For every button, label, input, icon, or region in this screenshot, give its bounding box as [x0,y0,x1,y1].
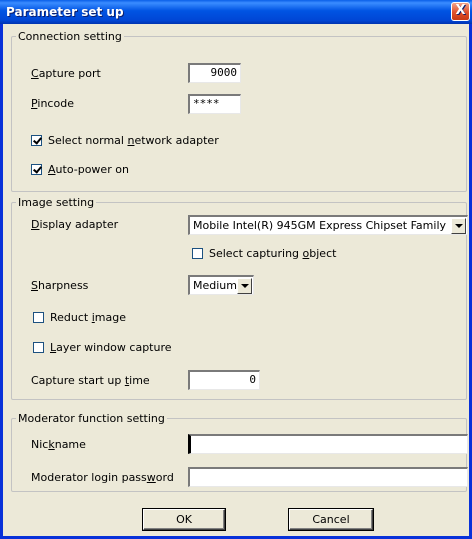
connection-setting-legend: Connection setting [18,30,122,43]
auto-power-row[interactable]: Auto-power on [31,163,129,176]
moderator-setting-legend: Moderator function setting [18,412,165,425]
normal-network-adapter-checkbox[interactable] [31,135,42,146]
sharpness-label: Sharpness [31,279,89,292]
capture-startup-time-input[interactable]: 0 [188,370,260,390]
parameter-setup-dialog: Parameter set up X Connection setting Ca… [0,0,472,539]
auto-power-checkbox[interactable] [31,164,42,175]
chevron-down-icon[interactable] [237,277,252,294]
capture-port-input[interactable]: 9000 [188,63,241,83]
layer-window-capture-label: Layer window capture [50,341,172,354]
sharpness-select[interactable]: Medium [188,275,254,295]
display-adapter-value: Mobile Intel(R) 945GM Express Chipset Fa… [193,219,447,232]
display-adapter-label: Display adapter [31,218,119,231]
capturing-object-checkbox[interactable] [192,248,203,259]
normal-network-adapter-label: Select normal network adapter [48,134,219,147]
moderator-password-input[interactable] [188,467,468,487]
layer-window-capture-row[interactable]: Layer window capture [33,341,172,354]
sharpness-value: Medium [193,279,237,292]
reduct-image-label: Reduct image [50,311,127,324]
close-button[interactable]: X [451,2,470,21]
window-title: Parameter set up [6,5,124,19]
close-icon: X [455,3,466,18]
layer-window-capture-checkbox[interactable] [33,342,44,353]
capture-startup-time-label: Capture start up time [31,374,150,387]
capturing-object-label: Select capturing object [209,247,337,260]
reduct-image-checkbox[interactable] [33,312,44,323]
normal-network-adapter-row[interactable]: Select normal network adapter [31,134,219,147]
display-adapter-select[interactable]: Mobile Intel(R) 945GM Express Chipset Fa… [188,215,468,235]
nickname-label: Nickname [31,438,86,451]
chevron-down-icon[interactable] [451,217,466,234]
pincode-label: Pincode [31,97,74,110]
reduct-image-row[interactable]: Reduct image [33,311,126,324]
capturing-object-row[interactable]: Select capturing object [192,247,336,260]
cancel-button[interactable]: Cancel [289,509,373,530]
nickname-input[interactable] [188,434,468,454]
capture-port-label: Capture port [31,67,101,80]
moderator-password-label: Moderator login password [31,471,174,484]
ok-button[interactable]: OK [143,509,225,530]
pincode-input[interactable]: **** [188,94,241,114]
auto-power-label: Auto-power on [48,163,129,176]
title-bar[interactable]: Parameter set up X [0,0,472,24]
image-setting-legend: Image setting [18,196,95,209]
